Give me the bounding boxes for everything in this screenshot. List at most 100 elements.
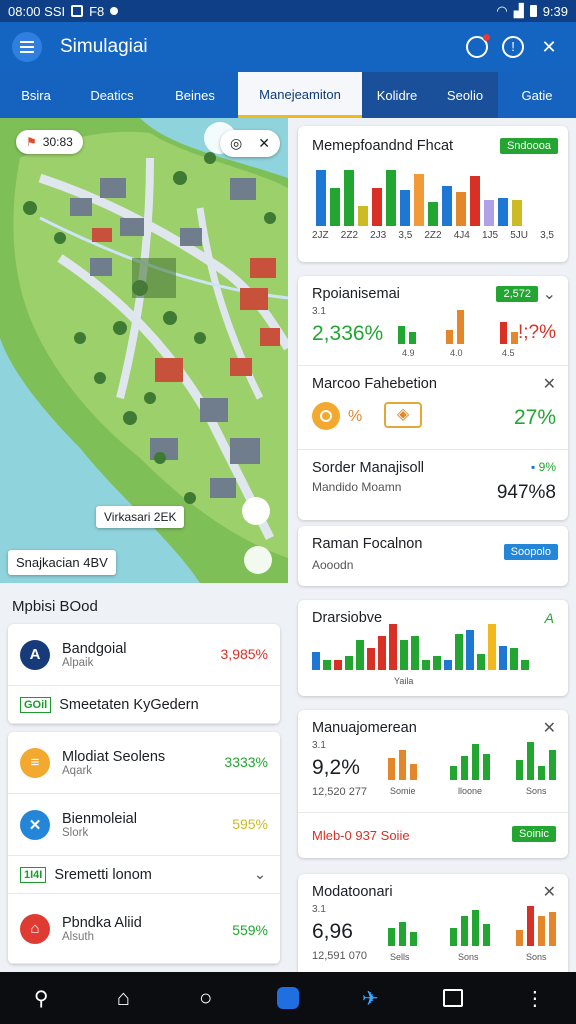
chart-bar — [512, 200, 522, 226]
tab-gatie[interactable]: Gatie — [498, 72, 576, 118]
chart-bar — [446, 330, 453, 344]
list-item[interactable]: A Bandgoial Alpaik 3,985% — [8, 624, 280, 686]
map-chip-mid[interactable]: Virkasari 2EK — [96, 506, 185, 528]
status-badge: Sndoooa — [499, 138, 558, 154]
card-forecast[interactable]: Memepfoandnd Fhcat Sndoooa 2JZ 2Z2 2J3 3,5 2… — [298, 126, 568, 262]
tab-bsira[interactable]: Bsira — [0, 72, 72, 118]
tick-label: 1J5 — [481, 230, 499, 241]
chart-bar — [442, 186, 452, 226]
close-map-icon[interactable]: ✕ — [258, 135, 270, 152]
mini-chart — [450, 744, 490, 780]
status-time-left: 08:00 SSI — [8, 3, 66, 19]
right-column: Memepfoandnd Fhcat Sndoooa 2JZ 2Z2 2J3 3,5 2… — [298, 126, 568, 986]
card-sorder[interactable]: Sorder Manajisoll Mandido Moamn ▪ 9% 947… — [298, 450, 568, 520]
chevron-down-icon[interactable]: ⌄ — [254, 867, 266, 883]
chart-bar — [433, 656, 441, 670]
profile-search-icon[interactable]: ⚲ — [21, 978, 61, 1018]
more-icon[interactable]: ⋮ — [515, 978, 555, 1018]
list-item[interactable]: ≡ Mlodiat Seolens Aqark 3333% — [8, 732, 280, 794]
card-raman[interactable]: Raman Focalnon Aooodn Soopolo — [298, 526, 568, 586]
chart-bar — [386, 170, 396, 226]
chart-bar — [538, 916, 545, 946]
close-icon[interactable]: ✕ — [543, 882, 556, 902]
card-manuajomerean[interactable]: Manuajomerean ✕ 3.1 9,2% 12,520 277 Somi… — [298, 710, 568, 858]
card-drarsiobve[interactable]: Drarsiobve A Yaila — [298, 600, 568, 696]
dot-icon — [110, 7, 119, 15]
card-modatoonari[interactable]: Modatoonari ✕ 3.1 6,96 12,591 070 Sells … — [298, 874, 568, 986]
tab-deatics[interactable]: Deatics — [72, 72, 152, 118]
list-item[interactable]: ⌂ Pbndka Aliid Alsuth 559% — [8, 894, 280, 964]
chevron-down-icon[interactable]: ⌄ — [543, 284, 556, 304]
map-controls[interactable]: ◎ ✕ — [220, 130, 280, 157]
tick-label: 3,5 — [398, 230, 413, 241]
city-map[interactable]: ⚑ 30:83 ◎ ✕ Virkasari 2EK Snajkacian 4BV — [0, 118, 288, 583]
bar-chart — [312, 622, 529, 670]
list-strip[interactable]: 1I4I Sremetti lonom ⌄ — [8, 856, 280, 894]
chart-bar — [500, 322, 507, 344]
card-macro[interactable]: Marcoo Fahebetion ✕ % ◈ 27% — [298, 366, 568, 450]
chart-bar — [470, 176, 480, 226]
list-item[interactable]: ✕ Bienmoleial Slork 595% — [8, 794, 280, 856]
chart-bar — [323, 660, 331, 670]
tag-icon[interactable]: ◈ — [384, 402, 422, 428]
left-header: Mpbisi BOod — [12, 598, 98, 615]
chart-bar — [549, 912, 556, 946]
menu-icon[interactable] — [12, 32, 42, 62]
app-title: Simulagiai — [60, 36, 148, 57]
search-icon[interactable]: ○ — [186, 978, 226, 1018]
chart-bar — [389, 624, 397, 670]
window-icon[interactable] — [433, 978, 473, 1018]
chart-bar — [483, 924, 490, 946]
chart-icon: ▪ — [531, 460, 536, 474]
status-badge[interactable]: Soinic — [512, 826, 556, 842]
mini-chart — [388, 918, 417, 946]
chart-bar — [334, 660, 342, 670]
tab-seolio[interactable]: Seolio — [432, 72, 498, 118]
chart-bar — [538, 766, 545, 780]
tab-kolidre[interactable]: Kolidre — [362, 72, 432, 118]
chart-bar — [450, 928, 457, 946]
chart-labels: 2JZ 2Z2 2J3 3,5 2Z2 4J4 1J5 5JU 3,5 — [312, 230, 554, 241]
chart-bar — [344, 170, 354, 226]
chart-bar — [521, 660, 529, 670]
status-time-right: 9:39 — [542, 3, 568, 19]
close-icon[interactable]: ✕ — [543, 374, 556, 394]
close-icon[interactable]: ✕ — [543, 718, 556, 738]
map-chip-bottom[interactable]: Snajkacian 4BV — [8, 550, 116, 575]
chart-bar — [527, 906, 534, 946]
chart-bar — [511, 332, 518, 344]
status-badge: 2,572 — [496, 286, 538, 302]
chart-bar — [483, 754, 490, 780]
mini-chart — [516, 742, 556, 780]
plane-icon[interactable]: ✈ — [350, 978, 390, 1018]
shield-icon[interactable] — [268, 978, 308, 1018]
list-strip[interactable]: GOil Smeetaten KyGedern — [8, 686, 280, 724]
card-rpoianisemai[interactable]: Rpoianisemai 2,572 ⌄ 3.1 2,336% !;?% 4.9… — [298, 276, 568, 366]
chart-bar — [456, 192, 466, 226]
chart-bar — [461, 916, 468, 946]
chart-bar — [399, 750, 406, 780]
chart-bar — [400, 640, 408, 670]
document-icon: ≡ — [20, 747, 50, 778]
mini-chart — [516, 904, 556, 946]
layers-icon[interactable]: ◎ — [230, 135, 242, 152]
chart-bar — [510, 648, 518, 670]
tab-manejeamiton[interactable]: Manejeamiton — [238, 72, 362, 118]
map-chip-top[interactable]: ⚑ 30:83 — [16, 130, 83, 154]
tick-label: 2J3 — [370, 230, 387, 241]
signal-icon: ▟ — [513, 3, 524, 18]
chart-bar — [400, 190, 410, 226]
home-icon[interactable]: ⌂ — [103, 978, 143, 1018]
chart-bar — [549, 750, 556, 780]
chart-bar — [398, 326, 405, 344]
tick-label: 2Z2 — [340, 230, 359, 241]
tick-label: 3,5 — [540, 230, 554, 241]
tools-icon[interactable]: ✕ — [538, 36, 560, 58]
tab-beines[interactable]: Beines — [152, 72, 238, 118]
status-badge: Soopolo — [503, 544, 558, 560]
notification-icon — [71, 5, 84, 17]
alert-icon[interactable] — [466, 34, 490, 58]
info-icon[interactable]: ! — [502, 36, 524, 58]
bar-chart — [316, 166, 554, 226]
chart-bar — [414, 174, 424, 226]
